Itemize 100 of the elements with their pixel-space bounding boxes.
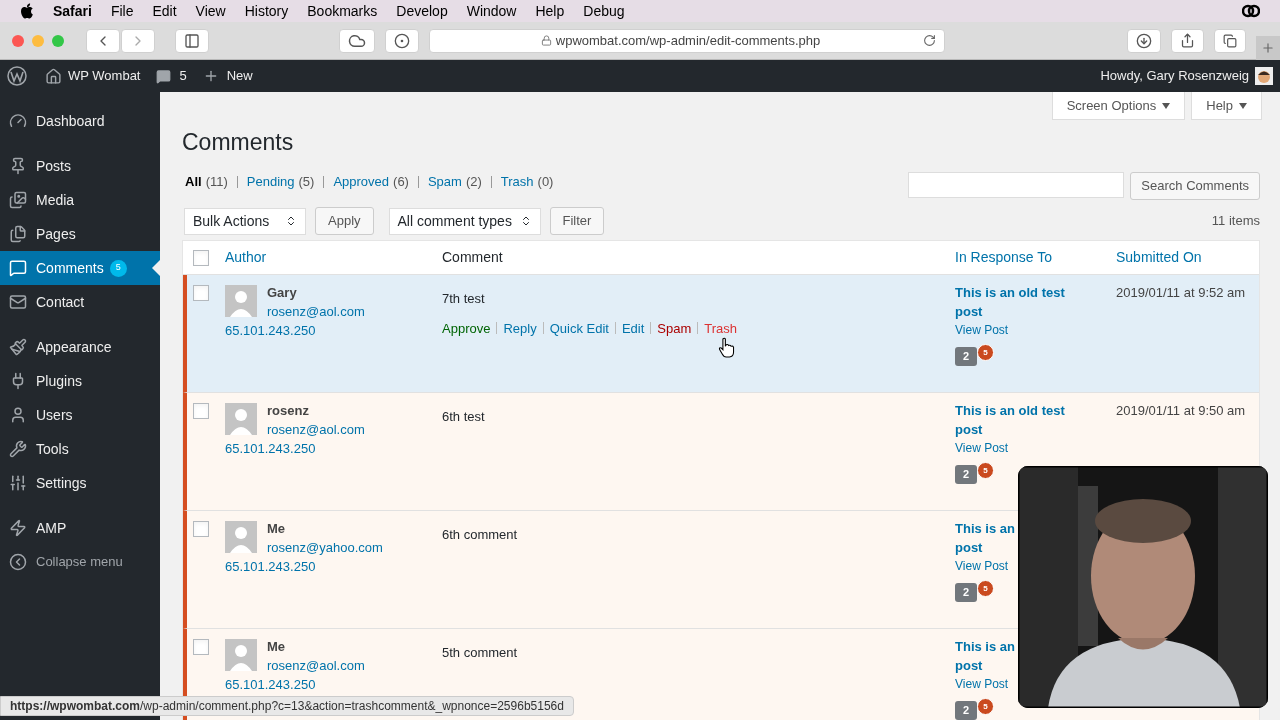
checkbox[interactable] [193,639,209,655]
author-email-link[interactable]: rosenz@aol.com [267,302,365,321]
howdy-link[interactable]: Howdy, Gary Rosenzweig [1100,66,1249,86]
sidebar-item[interactable]: Posts [0,149,160,183]
menu-item[interactable]: Bookmarks [307,0,378,22]
sidebar-item[interactable]: Tools [0,432,160,466]
maximize-window-icon[interactable] [52,34,64,47]
view-post-link[interactable]: View Post [955,439,1009,458]
filter-link[interactable]: Pending [246,172,295,192]
sidebar-item[interactable]: Appearance [0,330,160,364]
checkbox[interactable] [193,403,209,419]
new-tab-button[interactable] [1256,35,1280,60]
approved-count-bubble[interactable]: 2 [955,701,977,720]
approved-count-bubble[interactable]: 2 [955,465,977,484]
row-action-link[interactable]: Trash [704,318,738,338]
filter-link[interactable]: Approved [333,172,390,192]
wordpress-logo-icon[interactable] [7,66,27,86]
pending-count-badge[interactable]: 5 [977,344,994,361]
bulk-actions-select[interactable]: Bulk Actions [184,207,306,235]
share-button[interactable] [1171,28,1204,53]
row-action-link[interactable]: Reply [503,318,537,338]
search-field[interactable] [908,172,1125,198]
avatar-icon[interactable] [1255,67,1273,85]
sidebar-button[interactable] [175,28,209,53]
address-bar[interactable]: wpwombat.com/wp-admin/edit-comments.php [429,28,945,53]
sidebar-item[interactable]: Media [0,183,160,217]
creative-cloud-icon[interactable] [1242,4,1260,18]
column-header[interactable]: Author [225,247,442,268]
author-ip-link[interactable]: 65.101.243.250 [225,557,316,576]
apple-icon[interactable] [20,3,34,19]
menu-item[interactable]: File [110,0,134,22]
sidebar-item[interactable]: Pages [0,217,160,251]
row-action-link[interactable]: Approve [442,318,491,338]
menu-item[interactable]: Develop [396,0,448,22]
comment-types-select[interactable]: All comment types [388,207,541,235]
close-window-icon[interactable] [12,34,24,47]
post-title-link[interactable]: post [955,420,983,439]
checkbox[interactable] [193,521,209,537]
column-header[interactable]: Submitted On [1116,247,1202,268]
menu-item[interactable]: Debug [583,0,625,22]
post-title-link[interactable]: post [955,538,983,557]
post-title-link[interactable]: This is an [955,519,1015,538]
author-ip-link[interactable]: 65.101.243.250 [225,439,316,458]
menu-item[interactable]: Safari [53,0,92,22]
collapse-menu-button[interactable]: Collapse menu [0,545,160,579]
downloads-button[interactable] [1127,28,1161,53]
checkbox[interactable] [193,249,209,266]
menu-item[interactable]: Window [466,0,517,22]
site-name-link[interactable]: WP Wombat [68,66,141,86]
pending-count-badge[interactable]: 5 [977,462,994,479]
select-arrows-icon [285,215,297,227]
author-email-link[interactable]: rosenz@yahoo.com [267,538,383,557]
filter-link[interactable]: Trash [500,172,534,192]
author-ip-link[interactable]: 65.101.243.250 [225,675,316,694]
view-post-link[interactable]: View Post [955,557,1009,576]
icloud-button[interactable] [339,28,375,53]
checkbox[interactable] [193,285,209,301]
post-title-link[interactable]: post [955,302,983,321]
sidebar-item[interactable]: AMP [0,511,160,545]
tabs-button[interactable] [1214,28,1246,53]
view-post-link[interactable]: View Post [955,321,1009,340]
sidebar-item[interactable]: Dashboard [0,104,160,138]
pending-count-badge[interactable]: 5 [977,698,994,715]
sidebar-item[interactable]: Plugins [0,364,160,398]
apply-button[interactable]: Apply [315,207,374,235]
row-action-link[interactable]: Quick Edit [549,318,609,338]
author-ip-link[interactable]: 65.101.243.250 [225,321,316,340]
filter-link[interactable]: Spam [427,172,462,192]
view-post-link[interactable]: View Post [955,675,1009,694]
menu-item[interactable]: Help [535,0,565,22]
sidebar-item[interactable]: Settings [0,466,160,500]
approved-count-bubble[interactable]: 2 [955,347,977,366]
filter-button[interactable]: Filter [549,207,605,235]
row-action-link[interactable]: Edit [621,318,645,338]
post-title-link[interactable]: This is an [955,637,1015,656]
sidebar-item[interactable]: Comments 5 [0,251,160,285]
password-button[interactable] [385,28,419,53]
post-title-link[interactable]: post [955,656,983,675]
filter-link[interactable]: All [185,172,202,192]
column-header[interactable]: In Response To [955,247,1116,268]
row-action-link[interactable]: Spam [657,318,692,338]
author-email-link[interactable]: rosenz@aol.com [267,420,365,439]
search-comments-button[interactable]: Search Comments [1130,172,1260,200]
sidebar-item[interactable]: Users [0,398,160,432]
author-email-link[interactable]: rosenz@aol.com [267,656,365,675]
screen-options-button[interactable]: Screen Options [1051,92,1186,120]
post-title-link[interactable]: This is an old test [955,401,1065,420]
help-button[interactable]: Help [1191,92,1262,120]
minimize-window-icon[interactable] [32,34,44,47]
back-button[interactable] [86,28,120,53]
forward-button[interactable] [121,28,155,53]
comment-count-link[interactable]: 5 [179,66,187,86]
pending-count-badge[interactable]: 5 [977,580,994,597]
sidebar-item[interactable]: Contact [0,285,160,319]
new-link[interactable]: New [226,66,253,86]
approved-count-bubble[interactable]: 2 [955,583,977,602]
menu-item[interactable]: Edit [152,0,177,22]
menu-item[interactable]: View [195,0,226,22]
menu-item[interactable]: History [244,0,289,22]
post-title-link[interactable]: This is an old test [955,283,1065,302]
